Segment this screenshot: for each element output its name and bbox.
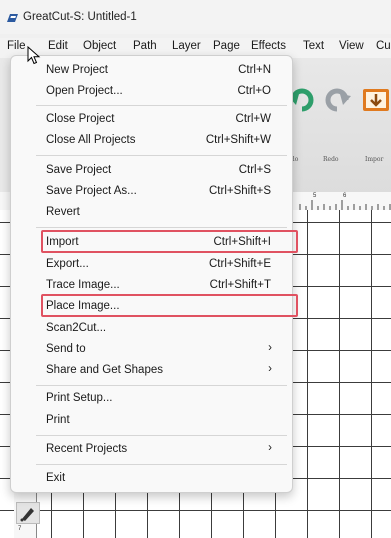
- window-title: GreatCut-S: Untitled-1: [23, 11, 137, 23]
- menu-item-close-all-projects[interactable]: Close All Projects Ctrl+Shift+W: [11, 131, 292, 151]
- file-menu-dropdown: New Project Ctrl+N Open Project... Ctrl+…: [10, 55, 298, 493]
- menu-item-shortcut: Ctrl+Shift+S: [209, 185, 271, 197]
- menu-item-label: Place Image...: [46, 300, 120, 312]
- menu-page[interactable]: Page: [213, 40, 240, 52]
- menu-item-shortcut: Ctrl+O: [237, 85, 271, 97]
- menu-item-label: New Project: [46, 64, 108, 76]
- menu-item-exit[interactable]: Exit: [11, 469, 292, 489]
- title-bar: GreatCut-S: Untitled-1: [0, 0, 391, 34]
- menu-item-shortcut: Ctrl+S: [238, 164, 271, 176]
- import-label: Impor: [365, 156, 384, 163]
- menu-item-label: Scan2Cut...: [46, 322, 107, 334]
- redo-icon[interactable]: [322, 86, 352, 114]
- menu-item-label: Close All Projects: [46, 134, 136, 146]
- submenu-arrow-icon: ›: [268, 442, 272, 454]
- menu-item-close-project[interactable]: Close Project Ctrl+W: [11, 110, 292, 130]
- menu-item-shortcut: Ctrl+W: [235, 113, 271, 125]
- submenu-arrow-icon: ›: [268, 342, 272, 354]
- menu-item-print-setup[interactable]: Print Setup...: [11, 389, 292, 409]
- pen-icon: [20, 508, 34, 522]
- menu-separator: [36, 435, 287, 436]
- menu-separator: [36, 385, 287, 386]
- menu-item-label: Export...: [46, 258, 89, 270]
- mouse-cursor-icon: [27, 46, 41, 65]
- menu-item-import[interactable]: Import Ctrl+Shift+I: [11, 233, 292, 253]
- ruler-number-7: 7: [18, 526, 22, 532]
- menu-item-label: Save Project As...: [46, 185, 137, 197]
- menu-item-label: Revert: [46, 206, 80, 218]
- menu-item-shortcut: Ctrl+Shift+W: [205, 134, 271, 146]
- menu-item-send-to[interactable]: Send to ›: [11, 340, 292, 360]
- menu-item-label: Print Setup...: [46, 392, 113, 404]
- ruler-number-5: 5: [313, 193, 317, 199]
- toolbar: ndo Redo Impor: [285, 58, 391, 197]
- app-logo-icon: [7, 14, 18, 22]
- menu-item-new-project[interactable]: New Project Ctrl+N: [11, 61, 292, 81]
- menu-item-revert[interactable]: Revert: [11, 203, 292, 223]
- menu-effects[interactable]: Effects: [251, 40, 286, 52]
- redo-label: Redo: [323, 156, 339, 163]
- ruler-number-6: 6: [343, 193, 347, 199]
- menu-item-shortcut: Ctrl+Shift+T: [209, 279, 271, 291]
- menu-separator: [36, 227, 287, 228]
- menu-text[interactable]: Text: [303, 40, 324, 52]
- menu-separator: [36, 464, 287, 465]
- menu-item-scan2cut[interactable]: Scan2Cut...: [11, 319, 292, 339]
- menu-item-shortcut: Ctrl+N: [238, 64, 271, 76]
- menu-item-recent-projects[interactable]: Recent Projects ›: [11, 440, 292, 460]
- menu-item-label: Trace Image...: [46, 279, 120, 291]
- menu-item-label: Print: [46, 414, 70, 426]
- menu-path[interactable]: Path: [133, 40, 157, 52]
- menu-object[interactable]: Object: [83, 40, 116, 52]
- menu-item-print[interactable]: Print: [11, 411, 292, 431]
- menu-item-save-project[interactable]: Save Project Ctrl+S: [11, 161, 292, 181]
- menu-item-label: Save Project: [46, 164, 112, 176]
- menu-item-label: Close Project: [46, 113, 115, 125]
- menu-item-shortcut: Ctrl+Shift+E: [209, 258, 271, 270]
- menu-item-trace-image[interactable]: Trace Image... Ctrl+Shift+T: [11, 276, 292, 296]
- menu-edit[interactable]: Edit: [48, 40, 68, 52]
- menu-item-place-image[interactable]: Place Image...: [11, 297, 292, 317]
- submenu-arrow-icon: ›: [268, 363, 272, 375]
- import-icon[interactable]: [361, 86, 391, 114]
- pen-tool-button[interactable]: [16, 502, 40, 524]
- menu-item-label: Import: [46, 236, 79, 248]
- menu-item-label: Open Project...: [46, 85, 123, 97]
- menu-separator: [36, 155, 287, 156]
- menu-item-label: Send to: [46, 343, 86, 355]
- menu-layer[interactable]: Layer: [172, 40, 201, 52]
- menu-item-open-project[interactable]: Open Project... Ctrl+O: [11, 82, 292, 102]
- menu-item-export[interactable]: Export... Ctrl+Shift+E: [11, 255, 292, 275]
- menu-item-shortcut: Ctrl+Shift+I: [213, 236, 271, 248]
- menu-file[interactable]: File: [7, 40, 26, 52]
- menu-view[interactable]: View: [339, 40, 364, 52]
- menu-separator: [36, 105, 287, 106]
- menu-item-share-and-get-shapes[interactable]: Share and Get Shapes ›: [11, 361, 292, 381]
- menu-item-save-project-as[interactable]: Save Project As... Ctrl+Shift+S: [11, 182, 292, 202]
- menu-cut[interactable]: Cu: [376, 40, 391, 52]
- menu-item-label: Exit: [46, 472, 66, 484]
- menu-item-label: Recent Projects: [46, 443, 128, 455]
- menu-item-label: Share and Get Shapes: [46, 364, 163, 376]
